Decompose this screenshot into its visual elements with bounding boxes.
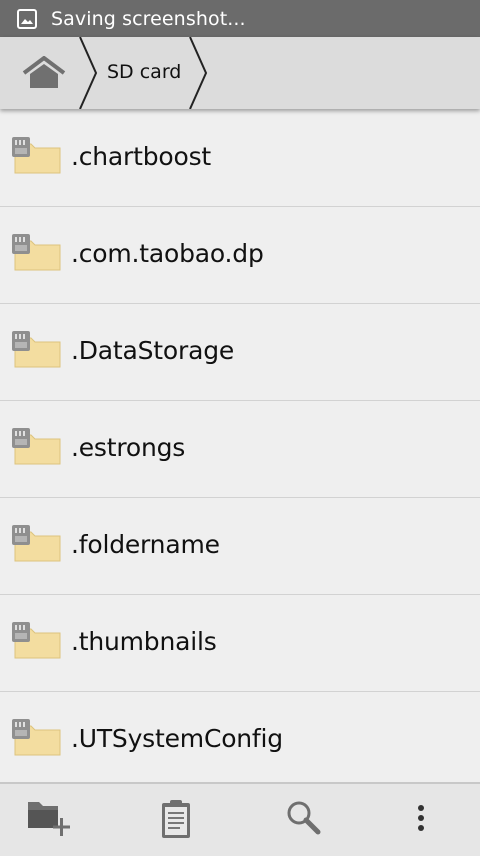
overflow-menu-button[interactable]: [360, 784, 480, 856]
file-name: .DataStorage: [71, 336, 235, 365]
new-folder-button[interactable]: [0, 784, 120, 856]
status-notification-text: Saving screenshot...: [51, 7, 246, 30]
file-row-estrongs[interactable]: .estrongs: [0, 401, 480, 498]
image-icon: [17, 8, 37, 29]
breadcrumb-separator-icon: [189, 37, 208, 109]
file-list: .chartboost .com.taobao.dp .DataStorage …: [0, 110, 480, 789]
sdcard-folder-icon: [12, 525, 61, 562]
sdcard-folder-icon: [12, 428, 61, 465]
file-row-datastorage[interactable]: .DataStorage: [0, 304, 480, 401]
new-folder-icon: [28, 802, 70, 836]
file-name: .UTSystemConfig: [71, 724, 283, 753]
breadcrumb-item-label: SD card: [107, 61, 182, 83]
clipboard-button[interactable]: [120, 784, 240, 856]
sdcard-folder-icon: [12, 137, 61, 174]
overflow-menu-icon: [418, 805, 424, 831]
file-name: .foldername: [71, 530, 220, 559]
home-button[interactable]: [0, 37, 80, 109]
file-row-thumbnails[interactable]: .thumbnails: [0, 595, 480, 692]
file-row-foldername[interactable]: .foldername: [0, 498, 480, 595]
sdcard-folder-icon: [12, 331, 61, 368]
file-name: .estrongs: [71, 433, 186, 462]
search-icon: [287, 801, 321, 835]
file-row-chartboost[interactable]: .chartboost: [0, 110, 480, 207]
bottom-toolbar: [0, 782, 480, 856]
file-row-com-taobao-dp[interactable]: .com.taobao.dp: [0, 207, 480, 304]
sdcard-folder-icon: [12, 622, 61, 659]
file-name: .com.taobao.dp: [71, 239, 264, 268]
breadcrumb-separator-icon: [79, 37, 98, 109]
clipboard-icon: [162, 800, 190, 838]
status-bar: Saving screenshot...: [0, 0, 480, 37]
search-button[interactable]: [240, 784, 360, 856]
file-name: .thumbnails: [71, 627, 217, 656]
sdcard-folder-icon: [12, 719, 61, 756]
sdcard-folder-icon: [12, 234, 61, 271]
breadcrumb: SD card: [0, 37, 480, 109]
file-row-utsystemconfig[interactable]: .UTSystemConfig: [0, 692, 480, 789]
home-icon: [22, 56, 66, 88]
file-name: .chartboost: [71, 142, 212, 171]
